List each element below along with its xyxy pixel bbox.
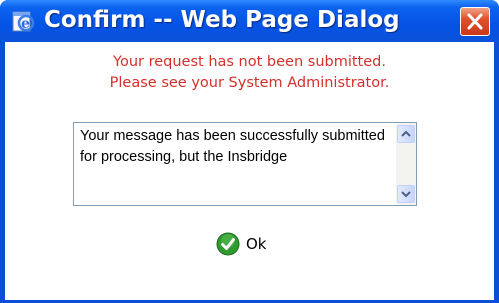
error-message-line-1: Your request has not been submitted. <box>113 54 386 70</box>
ok-button-label: Ok <box>246 235 267 253</box>
dialog-window: e Confirm -- Web Page Dialog Your reques… <box>0 0 499 303</box>
error-message-line-2: Please see your System Administrator. <box>109 75 390 91</box>
close-icon <box>467 13 483 30</box>
message-textarea[interactable]: Your message has been successfully submi… <box>73 122 417 206</box>
check-icon <box>216 232 240 256</box>
scroll-down-button[interactable] <box>397 185 415 203</box>
ie-page-icon: e <box>12 11 35 32</box>
scroll-up-button[interactable] <box>397 125 415 143</box>
window-title: Confirm -- Web Page Dialog <box>44 7 400 33</box>
message-text: Your message has been successfully submi… <box>80 128 385 165</box>
title-bar[interactable]: e Confirm -- Web Page Dialog <box>0 0 499 42</box>
vertical-scrollbar[interactable] <box>396 123 416 205</box>
chevron-up-icon <box>401 130 411 137</box>
dialog-body: Your request has not been submitted. Ple… <box>5 42 494 300</box>
chevron-down-icon <box>401 191 411 198</box>
svg-text:e: e <box>21 16 30 32</box>
close-button[interactable] <box>460 7 490 36</box>
